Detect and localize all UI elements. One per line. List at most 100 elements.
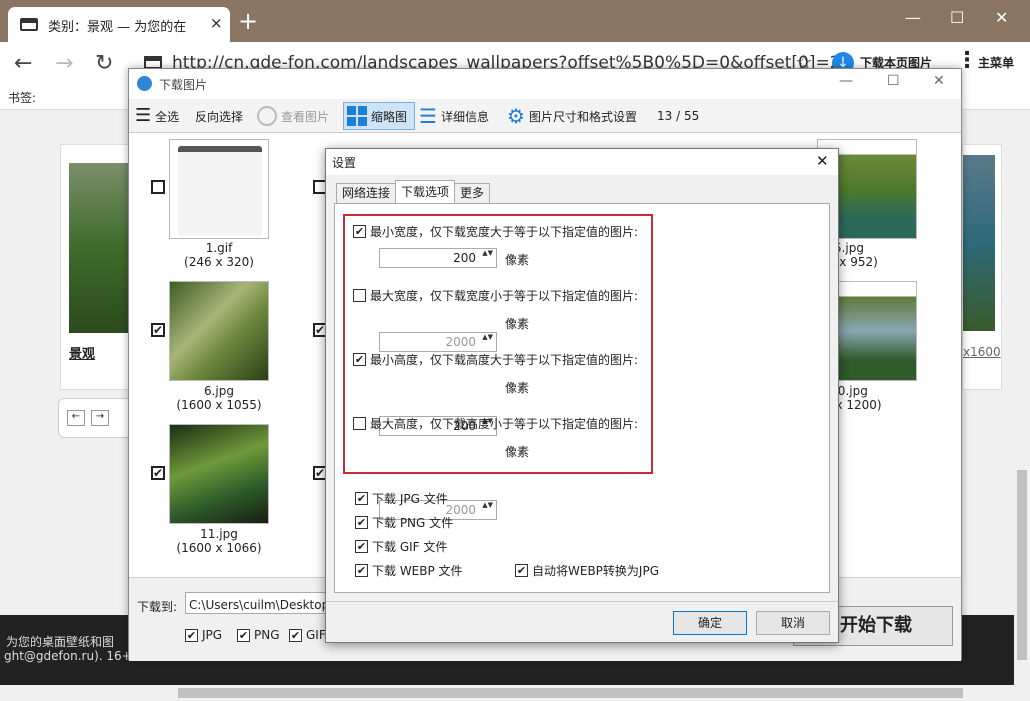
tab-more[interactable]: 更多: [454, 183, 491, 203]
format-jpg-option[interactable]: ✔ 下载 JPG 文件: [355, 490, 448, 507]
settings-title: 设置: [332, 156, 357, 170]
view-image-button[interactable]: 查看图片: [257, 99, 329, 133]
format-gif-option[interactable]: ✔ 下载 GIF 文件: [355, 538, 447, 555]
details-label: 详细信息: [440, 109, 489, 124]
image-thumbnail[interactable]: [169, 281, 269, 381]
size-format-settings-label: 图片尺寸和格式设置: [528, 109, 637, 124]
min-height-unit: 像素: [505, 381, 530, 395]
select-all-label: 全选: [155, 109, 180, 124]
settings-dialog: 设置 ✕ 网络连接 下载选项 更多 ✔ 最小宽度，仅下载宽度大于等于以下指定值的…: [325, 148, 839, 643]
image-thumbnail[interactable]: [169, 424, 269, 524]
format-jpg-checkbox[interactable]: ✔: [355, 492, 368, 505]
image-name: 6.jpg: [203, 384, 235, 398]
tab-close-button[interactable]: ×: [210, 14, 223, 32]
gif-preview: [178, 146, 262, 236]
bookmarks-label: 书签:: [8, 91, 37, 105]
spin-arrows-icon[interactable]: ▲▼: [482, 333, 493, 342]
min-width-checkbox[interactable]: ✔: [353, 225, 366, 238]
max-width-input[interactable]: 2000 ▲▼: [379, 332, 497, 352]
max-width-checkbox[interactable]: [353, 289, 366, 302]
spin-arrows-icon[interactable]: ▲▼: [482, 249, 493, 258]
spin-arrows-icon[interactable]: ▲▼: [482, 501, 493, 510]
filter-png-checkbox[interactable]: ✔: [237, 628, 250, 642]
new-tab-button[interactable]: +: [238, 9, 258, 33]
back-button[interactable]: ←: [14, 51, 32, 76]
downloader-minimize-button[interactable]: —: [839, 73, 853, 89]
favicon-icon: [20, 18, 38, 31]
image-checkbox[interactable]: ✔: [151, 323, 165, 337]
pager-prev-button[interactable]: ←: [67, 410, 85, 426]
min-height-option[interactable]: ✔ 最小高度，仅下载高度大于等于以下指定值的图片:: [353, 351, 638, 368]
max-height-checkbox[interactable]: [353, 417, 366, 430]
format-gif-checkbox[interactable]: ✔: [355, 540, 368, 553]
view-image-label: 查看图片: [281, 109, 330, 124]
tab-network[interactable]: 网络连接: [336, 183, 397, 203]
format-gif-label: 下载 GIF 文件: [372, 540, 448, 554]
format-webp-option[interactable]: ✔ 下载 WEBP 文件: [355, 562, 463, 579]
tab-download-options[interactable]: 下载选项: [395, 180, 456, 203]
filter-gif-label: GIF: [306, 628, 326, 642]
format-png-option[interactable]: ✔ 下载 PNG 文件: [355, 514, 453, 531]
browser-tab[interactable]: 类别：景观 — 为您的在 ×: [8, 7, 230, 42]
window-minimize-button[interactable]: —: [905, 8, 921, 27]
download-options-panel: ✔ 最小宽度，仅下载宽度大于等于以下指定值的图片: 200 ▲▼ 像素 最大宽度…: [334, 203, 830, 593]
filter-jpg-checkbox[interactable]: ✔: [185, 628, 198, 642]
reload-button[interactable]: ↻: [95, 51, 113, 76]
filter-jpg[interactable]: ✔ JPG: [185, 628, 222, 642]
format-webp-checkbox[interactable]: ✔: [355, 564, 368, 577]
format-png-checkbox[interactable]: ✔: [355, 516, 368, 529]
select-all-button[interactable]: ☰ 全选: [135, 99, 179, 133]
webp-to-jpg-option[interactable]: ✔ 自动将WEBP转换为JPG: [515, 562, 659, 579]
image-checkbox[interactable]: ✔: [151, 466, 165, 480]
filter-gif-checkbox[interactable]: ✔: [289, 628, 302, 642]
min-width-label: 最小宽度，仅下载宽度大于等于以下指定值的图片:: [370, 225, 639, 239]
resolution-link[interactable]: x1600: [963, 345, 1001, 359]
right-card[interactable]: x1600: [962, 144, 1002, 390]
main-menu-button[interactable]: 主菜单: [978, 54, 1014, 71]
filter-png[interactable]: ✔ PNG: [237, 628, 280, 642]
min-width-input[interactable]: 200 ▲▼: [379, 248, 497, 268]
size-format-settings-button[interactable]: ⚙ 图片尺寸和格式设置: [507, 99, 637, 133]
downloader-maximize-button[interactable]: ☐: [887, 73, 900, 89]
hscroll-thumb[interactable]: [178, 688, 963, 698]
gear-icon: ⚙: [507, 104, 525, 128]
filter-jpg-label: JPG: [202, 628, 223, 642]
image-thumbnail[interactable]: [169, 139, 269, 239]
max-width-option[interactable]: 最大宽度，仅下载宽度小于等于以下指定值的图片:: [353, 287, 638, 304]
invert-selection-button[interactable]: 反向选择: [195, 99, 243, 133]
category-label[interactable]: 景观: [69, 343, 95, 362]
max-width-value: 2000: [445, 335, 476, 349]
settings-close-button[interactable]: ✕: [816, 152, 829, 170]
download-path-field[interactable]: C:\Users\cuilm\Desktop\花: [185, 592, 335, 614]
min-height-checkbox[interactable]: ✔: [353, 353, 366, 366]
vertical-scrollbar[interactable]: [1014, 110, 1030, 685]
min-width-option[interactable]: ✔ 最小宽度，仅下载宽度大于等于以下指定值的图片:: [353, 223, 638, 240]
window-close-button[interactable]: ✕: [995, 8, 1008, 27]
format-png-label: 下载 PNG 文件: [372, 516, 454, 530]
filter-png-label: PNG: [254, 628, 280, 642]
checklist-icon: ☰: [135, 105, 152, 126]
forward-button[interactable]: →: [55, 51, 73, 76]
pager-next-button[interactable]: →: [91, 410, 109, 426]
image-checkbox[interactable]: [151, 180, 165, 194]
webp-to-jpg-checkbox[interactable]: ✔: [515, 564, 528, 577]
min-width-value: 200: [453, 251, 476, 265]
downloader-title: 下载图片: [159, 78, 208, 92]
max-height-option[interactable]: 最大高度，仅下载高度小于等于以下指定值的图片:: [353, 415, 638, 432]
thumbnails-button[interactable]: 缩略图: [347, 99, 407, 133]
window-maximize-button[interactable]: ☐: [950, 8, 964, 27]
details-button[interactable]: ☰ 详细信息: [419, 99, 489, 133]
image-size: (1600 x 1055): [176, 398, 262, 412]
thumbnails-label: 缩略图: [371, 109, 408, 124]
downloader-close-button[interactable]: ✕: [933, 73, 945, 89]
downloader-titlebar: 下载图片 — ☐ ✕: [129, 69, 961, 99]
ok-button[interactable]: 确定: [673, 611, 747, 635]
scrollbar-thumb[interactable]: [1017, 470, 1027, 660]
filter-gif[interactable]: ✔ GIF: [289, 628, 326, 642]
image-name: 11.jpg: [200, 527, 238, 541]
settings-tabs: 网络连接 下载选项 更多: [336, 180, 491, 203]
cancel-button[interactable]: 取消: [756, 611, 830, 635]
max-height-label: 最大高度，仅下载高度小于等于以下指定值的图片:: [370, 417, 639, 431]
horizontal-scrollbar[interactable]: [0, 685, 1030, 701]
max-width-unit: 像素: [505, 317, 530, 331]
